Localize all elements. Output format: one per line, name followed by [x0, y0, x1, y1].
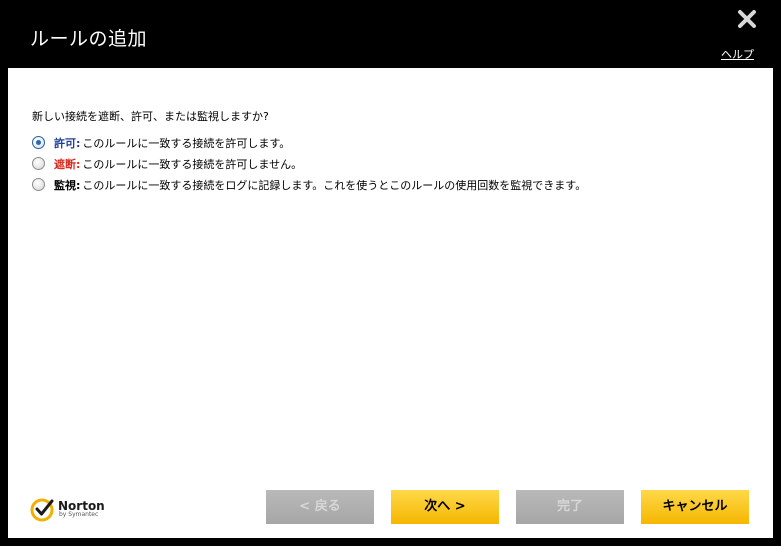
- option-block[interactable]: 遮断: このルールに一致する接続を許可しません。: [32, 153, 586, 174]
- question-text: 新しい接続を遮断、許可、または監視しますか?: [32, 110, 269, 123]
- dialog-title: ルールの追加: [30, 28, 148, 50]
- block-description: このルールに一致する接続を許可しません。: [82, 157, 303, 171]
- help-link[interactable]: ヘルプ: [721, 46, 754, 62]
- allow-description: このルールに一致する接続を許可します。: [82, 136, 291, 150]
- add-rule-dialog: ルールの追加 ヘルプ 新しい接続を遮断、許可、または監視しますか? 許可: この…: [0, 0, 781, 546]
- monitor-label: 監視:: [54, 178, 81, 192]
- logo-subtitle: by Symantec: [59, 511, 99, 518]
- next-button[interactable]: 次へ >: [391, 490, 499, 524]
- monitor-description: このルールに一致する接続をログに記録します。これを使うとこのルールの使用回数を監…: [82, 178, 587, 192]
- block-label: 遮断:: [54, 157, 81, 171]
- cancel-button[interactable]: キャンセル: [641, 490, 749, 524]
- option-allow[interactable]: 許可: このルールに一致する接続を許可します。: [32, 132, 586, 153]
- allow-label: 許可:: [54, 136, 81, 150]
- norton-checkmark-icon: [30, 498, 54, 522]
- block-radio[interactable]: [32, 157, 45, 170]
- norton-logo: Norton by Symantec: [30, 496, 105, 522]
- finish-button[interactable]: 完了: [516, 490, 624, 524]
- back-button[interactable]: < 戻る: [266, 490, 374, 524]
- close-icon[interactable]: [737, 9, 757, 29]
- monitor-radio[interactable]: [32, 178, 45, 191]
- option-monitor[interactable]: 監視: このルールに一致する接続をログに記録します。これを使うとこのルールの使用…: [32, 174, 586, 195]
- dialog-content: 新しい接続を遮断、許可、または監視しますか? 許可: このルールに一致する接続を…: [8, 68, 773, 538]
- rule-action-options: 許可: このルールに一致する接続を許可します。 遮断: このルールに一致する接続…: [32, 132, 586, 195]
- logo-text: Norton by Symantec: [58, 500, 105, 518]
- allow-radio[interactable]: [32, 136, 45, 149]
